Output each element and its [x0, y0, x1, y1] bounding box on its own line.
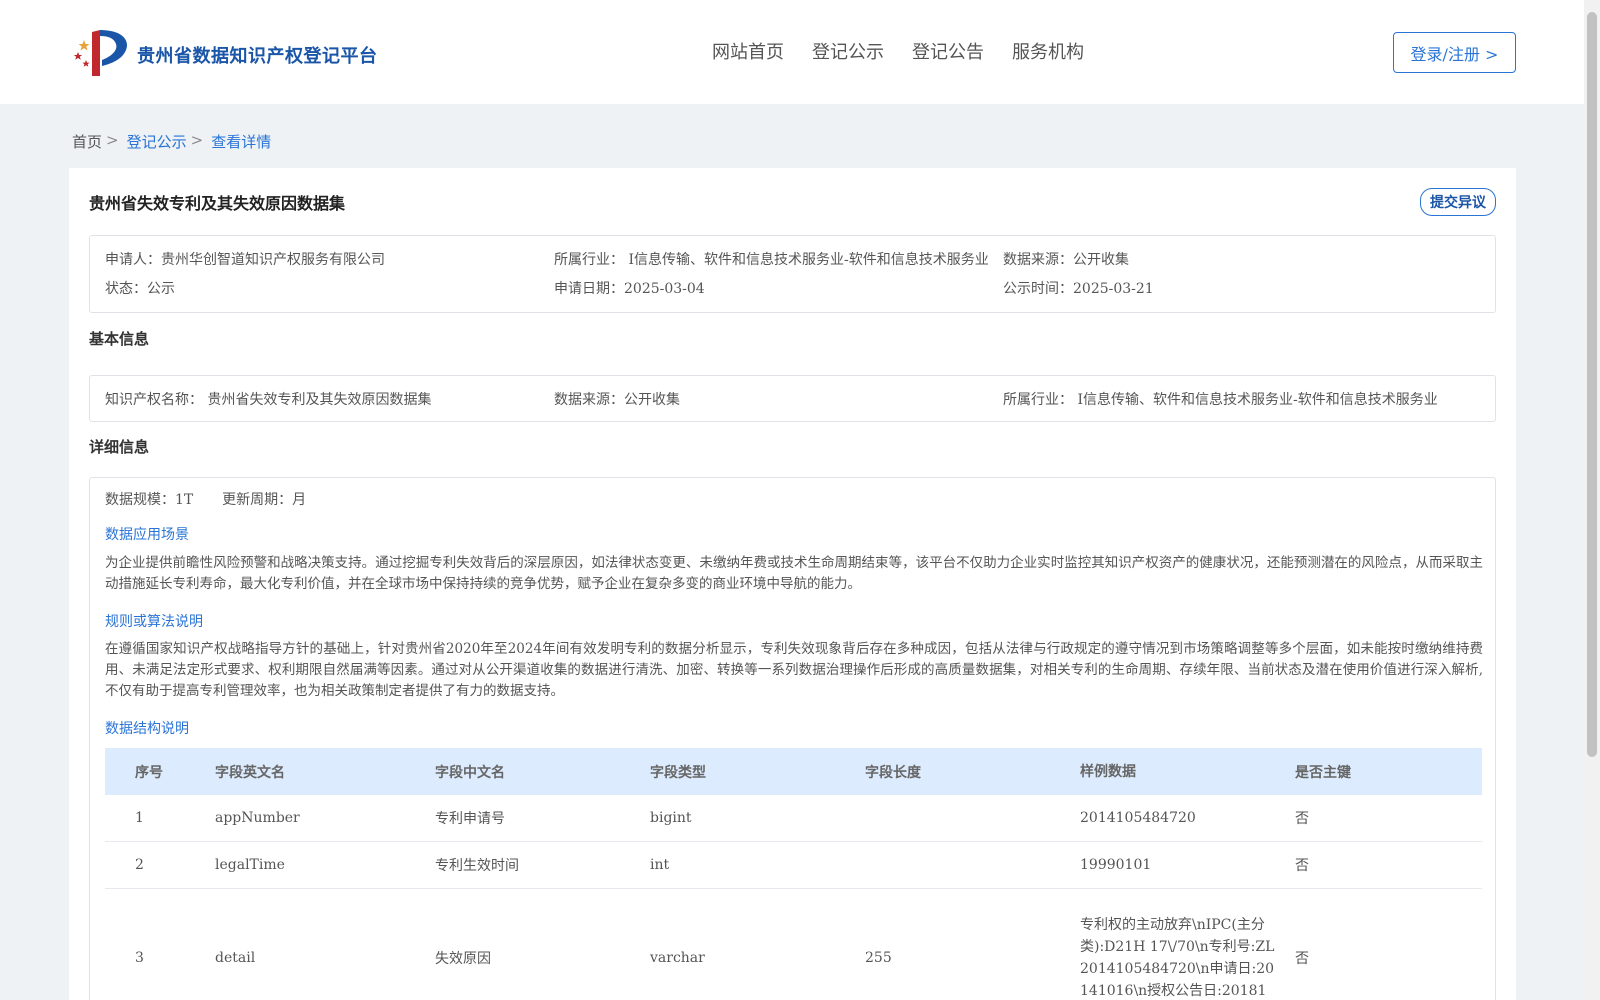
- cell-field-cn: 失效原因: [435, 950, 491, 967]
- source-value: 公开收集: [1073, 252, 1129, 268]
- basic-info-box: 知识产权名称： 贵州省失效专利及其失效原因数据集 数据来源：公开收集 所属行业：…: [89, 375, 1496, 422]
- cell-field-cn: 专利申请号: [435, 811, 505, 827]
- cell-sample: 19990101: [1080, 857, 1152, 873]
- table-header: 序号 字段英文名 字段中文名 字段类型 字段长度 样例数据 是否主键: [105, 748, 1482, 795]
- apply-date-field: 申请日期：2025-03-04: [554, 278, 705, 298]
- ip-name-field: 知识产权名称： 贵州省失效专利及其失效原因数据集: [105, 389, 431, 409]
- dataset-title: 贵州省失效专利及其失效原因数据集: [89, 194, 346, 213]
- nav-home[interactable]: 网站首页: [712, 38, 784, 64]
- publish-time-value: 2025-03-21: [1073, 281, 1154, 297]
- cell-primary-key: 否: [1295, 858, 1309, 874]
- source-field: 数据来源：公开收集: [1003, 249, 1129, 269]
- site-title[interactable]: 贵州省数据知识产权登记平台: [137, 42, 378, 68]
- breadcrumb-current: 查看详情: [211, 133, 272, 151]
- applicant-value: 贵州华创智道知识产权服务有限公司: [161, 252, 385, 268]
- basic-source-field: 数据来源：公开收集: [554, 389, 680, 409]
- scenario-title: 数据应用场景: [105, 527, 189, 543]
- status-label: 状态：: [105, 281, 147, 297]
- breadcrumb-separator: >: [106, 131, 119, 149]
- industry-label: 所属行业：: [554, 252, 624, 268]
- scrollbar-thumb[interactable]: [1587, 12, 1597, 757]
- breadcrumb-separator: >: [190, 131, 204, 149]
- scale-cycle-row: 数据规模：1T 更新周期：月: [105, 489, 306, 509]
- site-logo-icon[interactable]: [70, 26, 130, 78]
- detail-info-title: 详细信息: [89, 438, 150, 456]
- cell-sample: 专利权的主动放弃\nIPC(主分类):D21H 17\/70\n专利号:ZL20…: [1080, 916, 1275, 999]
- status-value: 公示: [147, 281, 175, 297]
- scale-value: 1T: [175, 492, 194, 508]
- nav-registration-publicity[interactable]: 登记公示: [812, 38, 884, 64]
- cell-index: 1: [135, 810, 144, 826]
- cell-field-type: int: [650, 857, 670, 873]
- breadcrumb-list[interactable]: 登记公示: [127, 131, 187, 152]
- basic-source-label: 数据来源：: [554, 392, 624, 408]
- apply-date-label: 申请日期：: [554, 281, 624, 297]
- page-scrollbar[interactable]: [1584, 0, 1600, 1000]
- header-sample: 样例数据: [1080, 763, 1136, 780]
- detail-card: 贵州省失效专利及其失效原因数据集 提交异议 申请人：贵州华创智道知识产权服务有限…: [69, 168, 1516, 1000]
- header-field-cn: 字段中文名: [435, 764, 505, 781]
- source-label: 数据来源：: [1003, 252, 1073, 268]
- header-primary-key: 是否主键: [1295, 764, 1351, 781]
- header-field-length: 字段长度: [865, 764, 921, 781]
- ip-name-label: 知识产权名称：: [105, 392, 203, 408]
- data-structure-table: 序号 字段英文名 字段中文名 字段类型 字段长度 样例数据 是否主键 1 app…: [105, 748, 1482, 1000]
- cell-field-en: legalTime: [215, 857, 285, 873]
- submit-objection-button[interactable]: 提交异议: [1420, 188, 1496, 216]
- basic-industry-value: I信息传输、软件和信息技术服务业-软件和信息技术服务业: [1077, 392, 1438, 408]
- header-index: 序号: [135, 764, 163, 781]
- header-field-en: 字段英文名: [215, 764, 285, 781]
- basic-source-value: 公开收集: [624, 392, 680, 408]
- cell-field-en: detail: [215, 949, 256, 966]
- cell-index: 2: [135, 857, 144, 873]
- header-field-type: 字段类型: [650, 764, 706, 781]
- cell-sample: 2014105484720: [1080, 810, 1196, 826]
- basic-info-title: 基本信息: [89, 330, 150, 348]
- detail-info-box: 数据规模：1T 更新周期：月 数据应用场景 为企业提供前瞻性风险预警和战略决策支…: [89, 477, 1496, 1000]
- applicant-field: 申请人：贵州华创智道知识产权服务有限公司: [105, 249, 385, 269]
- cell-field-type: varchar: [650, 949, 705, 966]
- cycle-label: 更新周期：: [222, 492, 293, 508]
- table-row: 2 legalTime 专利生效时间 int 19990101 否: [105, 842, 1482, 889]
- cell-field-type: bigint: [650, 810, 692, 826]
- publish-time-label: 公示时间：: [1003, 281, 1073, 297]
- cycle-value: 月: [292, 492, 307, 508]
- industry-value: I信息传输、软件和信息技术服务业-软件和信息技术服务业: [628, 252, 989, 268]
- apply-date-value: 2025-03-04: [624, 281, 705, 297]
- nav-service-agencies[interactable]: 服务机构: [1012, 38, 1084, 64]
- cell-primary-key: 否: [1295, 811, 1309, 827]
- status-field: 状态：公示: [105, 278, 175, 298]
- applicant-label: 申请人：: [105, 252, 161, 268]
- breadcrumb-home[interactable]: 首页: [72, 131, 102, 152]
- site-header: 贵州省数据知识产权登记平台 网站首页 登记公示 登记公告 服务机构 登录/注册 …: [0, 0, 1584, 104]
- scale-label: 数据规模：: [105, 492, 175, 508]
- rules-text: 在遵循国家知识产权战略指导方针的基础上，针对贵州省2020年至2024年间有效发…: [105, 641, 1483, 699]
- table-row: 1 appNumber 专利申请号 bigint 2014105484720 否: [105, 795, 1482, 842]
- scenario-text: 为企业提供前瞻性风险预警和战略决策支持。通过挖掘专利失效背后的深层原因，如法律状…: [105, 555, 1483, 592]
- cell-field-cn: 专利生效时间: [435, 858, 519, 874]
- structure-title: 数据结构说明: [105, 721, 189, 737]
- ip-name-value: 贵州省失效专利及其失效原因数据集: [207, 392, 432, 408]
- table-row: 3 detail 失效原因 varchar 255 专利权的主动放弃\nIPC(…: [105, 889, 1482, 1000]
- industry-field: 所属行业： I信息传输、软件和信息技术服务业-软件和信息技术服务业: [554, 249, 989, 269]
- breadcrumb: 首页 > 登记公示 > 查看详情: [72, 131, 271, 152]
- cell-field-length: 255: [865, 949, 892, 966]
- main-nav: 网站首页 登记公示 登记公告 服务机构: [712, 38, 1084, 64]
- nav-registration-announcement[interactable]: 登记公告: [912, 38, 984, 64]
- rules-title: 规则或算法说明: [105, 614, 203, 630]
- publish-time-field: 公示时间：2025-03-21: [1003, 278, 1154, 298]
- basic-industry-label: 所属行业：: [1003, 392, 1073, 408]
- summary-box: 申请人：贵州华创智道知识产权服务有限公司 所属行业： I信息传输、软件和信息技术…: [89, 235, 1496, 313]
- login-register-button[interactable]: 登录/注册 >: [1393, 32, 1516, 73]
- basic-industry-field: 所属行业： I信息传输、软件和信息技术服务业-软件和信息技术服务业: [1003, 389, 1438, 409]
- cell-index: 3: [135, 949, 144, 966]
- cell-field-en: appNumber: [215, 810, 300, 826]
- cell-primary-key: 否: [1295, 950, 1309, 967]
